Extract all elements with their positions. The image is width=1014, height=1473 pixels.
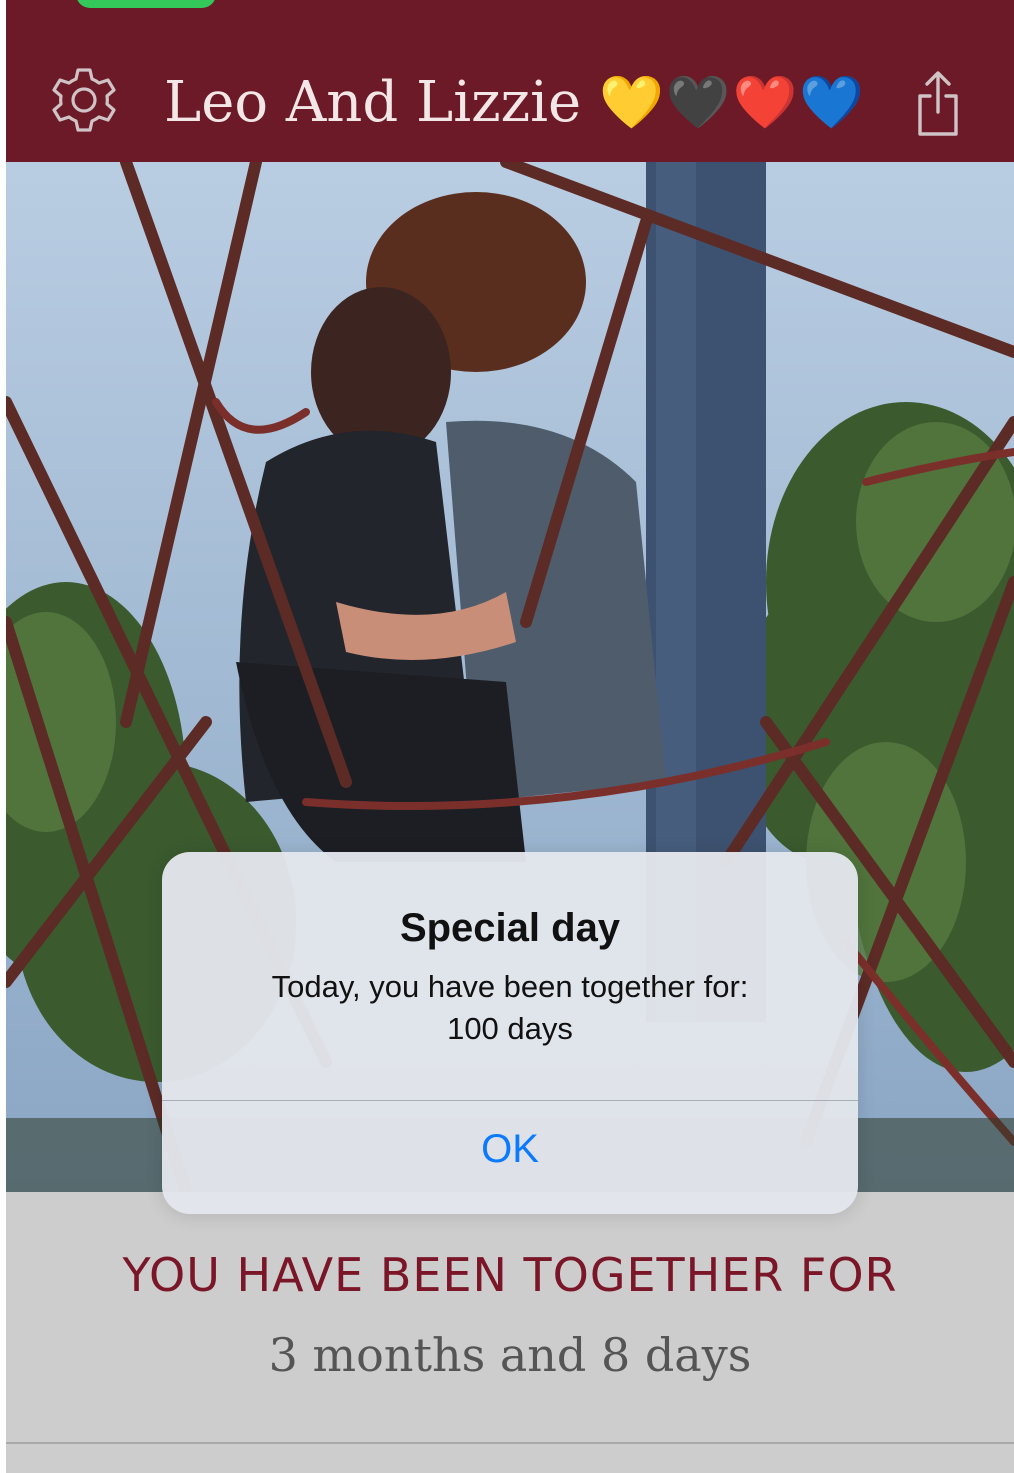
app-screen: Leo And Lizzie 💛🖤❤️💙 YOU HAVE BEEN TOGET… <box>6 0 1014 1473</box>
page-title: Leo And Lizzie 💛🖤❤️💙 <box>164 62 866 142</box>
call-indicator-pill <box>76 0 216 8</box>
together-duration: 3 months and 8 days <box>268 1328 752 1382</box>
alert-message-line2: 100 days <box>447 1011 573 1046</box>
ok-button[interactable]: OK <box>162 1101 858 1214</box>
gear-icon <box>52 68 116 132</box>
alert-title: Special day <box>399 906 621 950</box>
special-day-alert: Special day Today, you have been togethe… <box>162 852 858 1214</box>
app-header: Leo And Lizzie 💛🖤❤️💙 <box>6 0 1014 162</box>
alert-message-line1: Today, you have been together for: <box>271 969 749 1004</box>
share-button[interactable] <box>910 68 966 140</box>
share-icon <box>918 71 958 136</box>
divider <box>6 1442 1014 1444</box>
alert-message: Today, you have been together for: 100 d… <box>202 966 818 1050</box>
hearts-emoji: 💛🖤❤️💙 <box>599 72 867 133</box>
together-label: YOU HAVE BEEN TOGETHER FOR <box>122 1248 898 1302</box>
title-text: Leo And Lizzie <box>164 69 582 135</box>
settings-button[interactable] <box>44 64 124 144</box>
